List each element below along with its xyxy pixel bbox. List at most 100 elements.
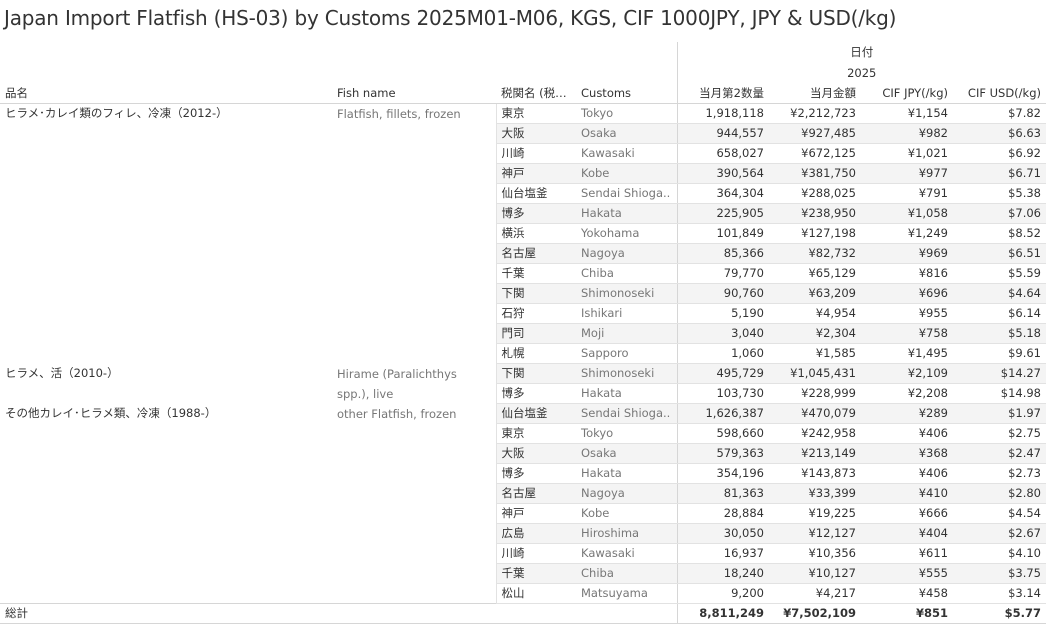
value-cell: ¥19,225	[769, 503, 861, 524]
value-cell: ¥672,125	[769, 143, 861, 164]
cif-jpy-cell: ¥696	[861, 283, 953, 304]
value-cell: ¥12,127	[769, 523, 861, 544]
customs-name-en: Moji	[576, 323, 677, 344]
total-cif-jpy-cell: ¥851	[861, 603, 953, 624]
column-header-customs-en[interactable]: Customs	[576, 84, 677, 104]
column-header-qty[interactable]: 当月第2数量	[676, 84, 769, 104]
customs-name-jp: 川崎	[495, 543, 576, 564]
qty-cell: 579,363	[676, 443, 769, 464]
cif-jpy-cell: ¥969	[861, 243, 953, 264]
cif-jpy-cell: ¥1,249	[861, 223, 953, 244]
cif-jpy-cell: ¥410	[861, 483, 953, 504]
value-cell: ¥65,129	[769, 263, 861, 284]
qty-cell: 90,760	[676, 283, 769, 304]
customs-name-jp: 博多	[495, 463, 576, 484]
header-row-columns: 品名 Fish name 税関名 (税関.. Customs 当月第2数量 当月…	[0, 84, 1046, 104]
qty-cell: 16,937	[676, 543, 769, 564]
cif-usd-cell: $7.82	[953, 103, 1046, 124]
qty-cell: 28,884	[676, 503, 769, 524]
qty-cell: 598,660	[676, 423, 769, 444]
cif-usd-cell: $5.59	[953, 263, 1046, 284]
column-header-item-jp[interactable]: 品名	[0, 84, 332, 104]
customs-name-jp: 博多	[495, 383, 576, 404]
column-header-cif-usd[interactable]: CIF USD(/kg)	[953, 84, 1046, 104]
customs-name-en: Hakata	[576, 383, 677, 404]
customs-name-en: Chiba	[576, 263, 677, 284]
cif-jpy-cell: ¥977	[861, 163, 953, 184]
customs-name-en: Hiroshima	[576, 523, 677, 544]
qty-cell: 944,557	[676, 123, 769, 144]
value-cell: ¥470,079	[769, 403, 861, 424]
customs-name-jp: 下関	[495, 283, 576, 304]
item-name-jp: ヒラメ･カレイ類のフィレ、冷凍（2012-）	[5, 106, 228, 120]
qty-cell: 81,363	[676, 483, 769, 504]
customs-name-jp: 博多	[495, 203, 576, 224]
qty-cell: 101,849	[676, 223, 769, 244]
value-cell: ¥1,045,431	[769, 363, 861, 384]
cif-usd-cell: $14.27	[953, 363, 1046, 384]
value-cell: ¥10,356	[769, 543, 861, 564]
cif-usd-cell: $6.14	[953, 303, 1046, 324]
value-cell: ¥143,873	[769, 463, 861, 484]
qty-cell: 1,918,118	[676, 103, 769, 124]
qty-cell: 85,366	[676, 243, 769, 264]
cif-usd-cell: $5.18	[953, 323, 1046, 344]
table-row: ヒラメ、活（2010-） Hirame (Paralichthys spp.), …	[0, 363, 1046, 401]
cif-jpy-cell: ¥816	[861, 263, 953, 284]
header-row-date: 日付	[0, 42, 1046, 63]
customs-name-en: Sapporo	[576, 343, 677, 364]
customs-name-en: Matsuyama	[576, 583, 677, 604]
qty-cell: 495,729	[676, 363, 769, 384]
grand-total-row: 総計 8,811,249 ¥7,502,109 ¥851 $5.77	[0, 603, 1046, 624]
customs-name-en: Sendai Shioga..	[576, 403, 677, 424]
value-cell: ¥10,127	[769, 563, 861, 584]
column-header-customs-jp[interactable]: 税関名 (税関..	[496, 84, 576, 104]
qty-cell: 30,050	[676, 523, 769, 544]
qty-cell: 225,905	[676, 203, 769, 224]
total-qty-cell: 8,811,249	[676, 603, 769, 624]
customs-name-en: Kobe	[576, 163, 677, 184]
table-body: ヒラメ･カレイ類のフィレ、冷凍（2012-） Flatfish, fillets,…	[0, 103, 1046, 624]
date-group-header: 日付	[676, 42, 1046, 63]
value-cell: ¥238,950	[769, 203, 861, 224]
column-header-cif-jpy[interactable]: CIF JPY(/kg)	[861, 84, 953, 104]
column-header-fish-name[interactable]: Fish name	[332, 84, 496, 104]
qty-cell: 5,190	[676, 303, 769, 324]
cif-jpy-cell: ¥791	[861, 183, 953, 204]
customs-name-en: Nagoya	[576, 483, 677, 504]
cif-usd-cell: $3.75	[953, 563, 1046, 584]
customs-name-jp: 川崎	[495, 143, 576, 164]
item-name-jp: その他カレイ･ヒラメ類、冷凍（1988-）	[5, 405, 217, 420]
cif-jpy-cell: ¥458	[861, 583, 953, 604]
cif-jpy-cell: ¥1,495	[861, 343, 953, 364]
value-cell: ¥1,585	[769, 343, 861, 364]
cif-usd-cell: $7.06	[953, 203, 1046, 224]
customs-name-jp: 名古屋	[495, 243, 576, 264]
cif-jpy-cell: ¥1,154	[861, 103, 953, 124]
customs-name-en: Chiba	[576, 563, 677, 584]
cif-jpy-cell: ¥666	[861, 503, 953, 524]
value-cell: ¥63,209	[769, 283, 861, 304]
table-row: ヒラメ･カレイ類のフィレ、冷凍（2012-） Flatfish, fillets,…	[0, 103, 1046, 124]
item-name-jp: ヒラメ、活（2010-）	[5, 365, 119, 380]
value-cell: ¥127,198	[769, 223, 861, 244]
total-cif-usd-cell: $5.77	[953, 603, 1046, 624]
value-cell: ¥4,217	[769, 583, 861, 604]
cif-usd-cell: $1.97	[953, 403, 1046, 424]
qty-cell: 390,564	[676, 163, 769, 184]
customs-name-en: Shimonoseki	[576, 363, 677, 384]
column-header-value[interactable]: 当月金額	[769, 84, 861, 104]
customs-name-jp: 札幌	[495, 343, 576, 364]
qty-cell: 103,730	[676, 383, 769, 404]
cif-jpy-cell: ¥555	[861, 563, 953, 584]
value-cell: ¥82,732	[769, 243, 861, 264]
cif-jpy-cell: ¥982	[861, 123, 953, 144]
cif-usd-cell: $3.14	[953, 583, 1046, 604]
customs-name-jp: 東京	[495, 103, 576, 124]
cif-jpy-cell: ¥1,021	[861, 143, 953, 164]
customs-name-en: Nagoya	[576, 243, 677, 264]
total-value-cell: ¥7,502,109	[769, 603, 861, 624]
cif-usd-cell: $9.61	[953, 343, 1046, 364]
customs-name-jp: 東京	[495, 423, 576, 444]
cif-jpy-cell: ¥2,208	[861, 383, 953, 404]
